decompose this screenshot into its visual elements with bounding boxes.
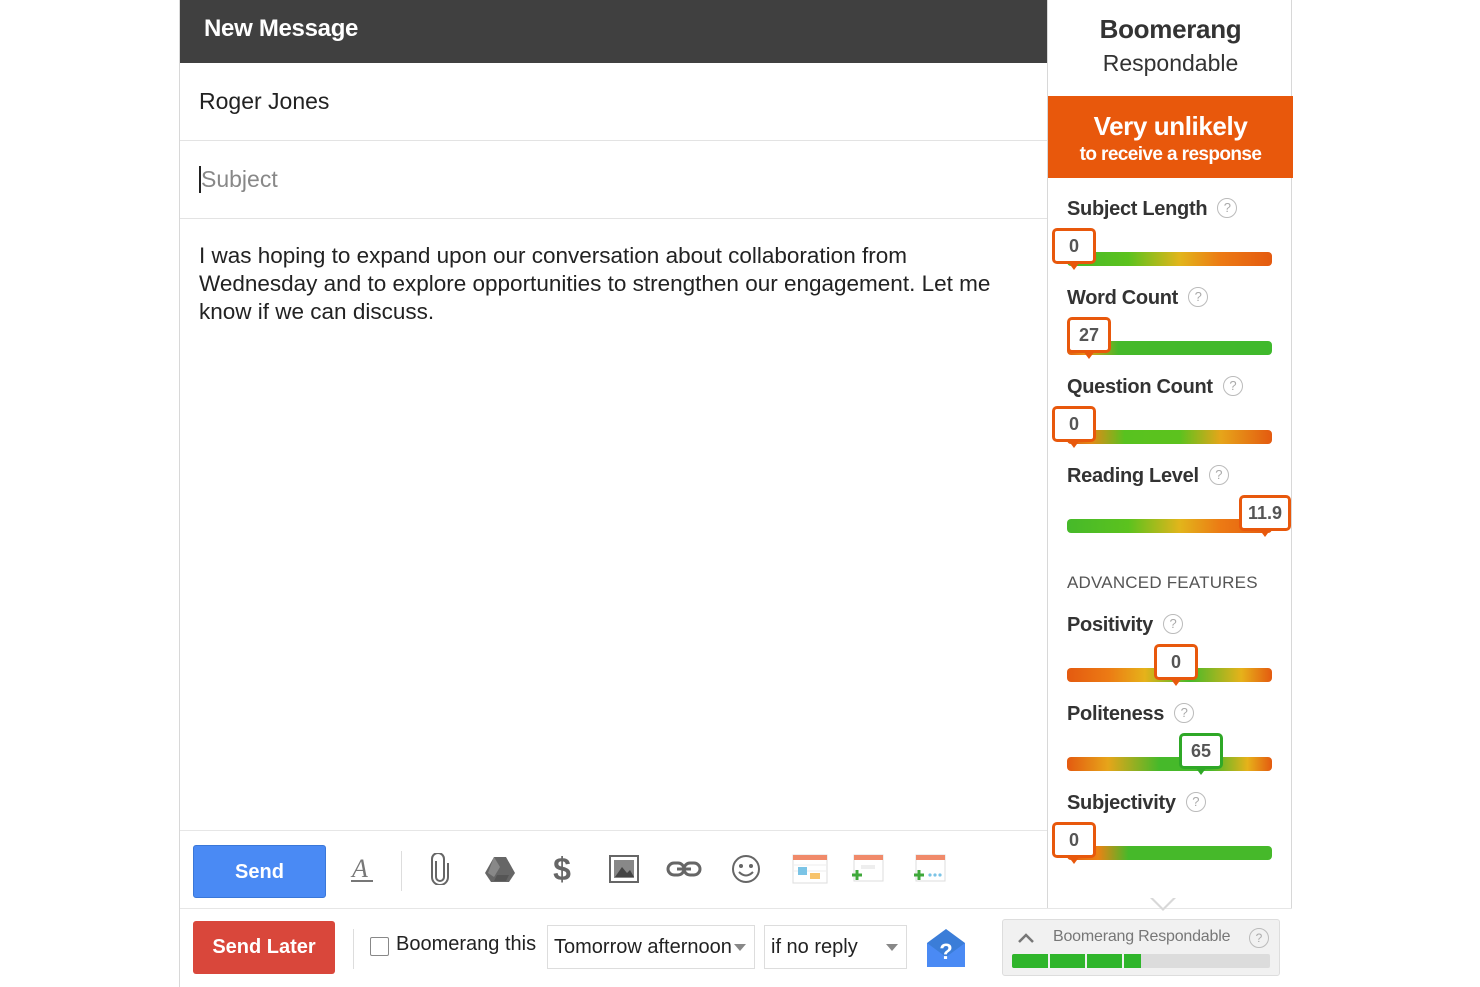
to-recipient: Roger Jones: [199, 88, 330, 114]
metric-label: Politeness: [1067, 703, 1165, 725]
metric-value-bubble: 27: [1067, 317, 1111, 359]
respondable-meter: [1012, 954, 1270, 968]
svg-text:A: A: [350, 854, 368, 883]
drive-icon[interactable]: [480, 847, 520, 891]
dollar-icon[interactable]: $: [542, 847, 582, 891]
metric-bar: [1067, 252, 1272, 266]
calendar-add-icon[interactable]: [846, 847, 886, 891]
metric-bar: [1067, 846, 1272, 860]
help-icon[interactable]: ?: [1174, 702, 1195, 723]
meter-segment-divider: [1048, 954, 1050, 968]
svg-text:?: ?: [939, 939, 952, 964]
metric-label: Subject Length: [1067, 198, 1208, 220]
boomerang-condition-value: if no reply: [771, 936, 858, 958]
toolbar-divider: [401, 851, 402, 891]
calendar-insert-icon[interactable]: [790, 847, 830, 891]
meter-segment-divider: [1122, 954, 1124, 968]
verdict-sub: to receive a response: [1079, 144, 1262, 165]
link-icon[interactable]: [664, 847, 704, 891]
help-icon[interactable]: ?: [1217, 197, 1238, 218]
metric-value-bubble: 0: [1052, 822, 1096, 864]
metric-label: Positivity: [1067, 614, 1153, 636]
boomerang-checkbox[interactable]: [370, 937, 389, 956]
metric-label: Subjectivity: [1067, 792, 1176, 814]
chevron-down-icon: [886, 944, 898, 951]
metric-value-bubble: 11.9: [1239, 495, 1292, 537]
metric-word-count: Word Count?: [1067, 286, 1209, 310]
chevron-down-icon: [734, 944, 746, 951]
insert-photo-icon[interactable]: [604, 847, 644, 891]
help-icon[interactable]: ?: [1185, 791, 1206, 812]
metric-label: Word Count: [1067, 287, 1179, 309]
boomerang-time-select[interactable]: Tomorrow afternoon: [547, 925, 755, 969]
chevron-up-icon: [1018, 933, 1034, 943]
panel-pointer-fill: [1151, 896, 1175, 908]
metric-reading-level: Reading Level?: [1067, 464, 1229, 488]
advanced-features-heading: ADVANCED FEATURES: [1067, 573, 1258, 592]
text-format-icon[interactable]: A: [342, 847, 382, 891]
boomerang-checkbox-label[interactable]: Boomerang this: [396, 933, 536, 956]
metric-question-count: Question Count?: [1067, 375, 1243, 399]
help-icon[interactable]: ?: [1222, 375, 1243, 396]
metric-subjectivity: Subjectivity?: [1067, 791, 1206, 815]
subject-input[interactable]: Subject: [180, 141, 1049, 219]
boomerang-time-value: Tomorrow afternoon: [554, 936, 732, 958]
verdict-main: Very unlikely: [1093, 111, 1248, 141]
metric-value-bubble: 0: [1052, 406, 1096, 448]
panel-title: Boomerang: [1099, 14, 1242, 44]
metric-value-bubble: 0: [1154, 644, 1198, 686]
meter-segment-divider: [1085, 954, 1087, 968]
compose-title: New Message: [180, 0, 1049, 63]
to-field[interactable]: Roger Jones: [180, 63, 1049, 141]
help-icon[interactable]: ?: [1249, 928, 1269, 948]
calendar-more-icon[interactable]: [908, 847, 948, 891]
emoji-icon[interactable]: [726, 847, 766, 891]
metric-value-bubble: 65: [1179, 733, 1223, 775]
metric-bar: [1067, 757, 1272, 771]
metric-positivity: Positivity?: [1067, 613, 1183, 637]
response-verdict-banner: Very unlikely to receive a response: [1048, 96, 1293, 178]
help-icon[interactable]: ?: [1208, 464, 1229, 485]
respondable-label: Boomerang Respondable: [1053, 928, 1231, 945]
text-caret: [199, 166, 201, 194]
help-envelope-icon[interactable]: ?: [925, 927, 967, 969]
message-body[interactable]: I was hoping to expand upon our conversa…: [199, 242, 1024, 326]
respondable-panel: Boomerang Respondable Very unlikely to r…: [1047, 0, 1293, 908]
send-later-button[interactable]: Send Later: [193, 921, 335, 974]
metric-politeness: Politeness?: [1067, 702, 1195, 726]
metric-label: Reading Level: [1067, 465, 1199, 487]
compose-toolbar: Send A $: [180, 830, 1049, 908]
metric-bar: [1067, 430, 1272, 444]
paperclip-icon[interactable]: [420, 847, 460, 891]
compose-window: New Message Roger Jones Subject I was ho…: [179, 0, 1292, 987]
panel-subtitle: Respondable: [1102, 50, 1239, 76]
boomerang-condition-select[interactable]: if no reply: [764, 925, 907, 969]
help-icon[interactable]: ?: [1188, 286, 1209, 307]
send-button[interactable]: Send: [193, 845, 326, 898]
help-icon[interactable]: ?: [1162, 613, 1183, 634]
bottom-bar-divider: [353, 929, 354, 969]
metric-subject-length: Subject Length?: [1067, 197, 1238, 221]
metric-label: Question Count: [1067, 376, 1213, 398]
subject-placeholder: Subject: [201, 166, 278, 192]
metric-value-bubble: 0: [1052, 228, 1096, 270]
respondable-toggle[interactable]: Boomerang Respondable ?: [1002, 919, 1280, 976]
